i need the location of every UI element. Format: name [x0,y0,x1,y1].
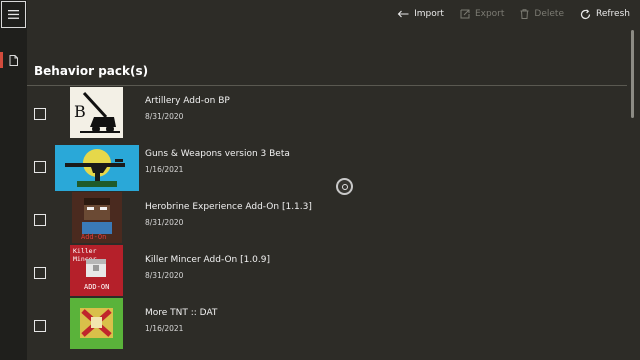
pack-row[interactable]: More TNT :: DAT 1/16/2021 [27,298,626,351]
document-icon [9,54,18,66]
pack-row[interactable]: Killer Mincer ADD-ON Killer Mincer Add-O… [27,245,626,298]
refresh-label: Refresh [596,9,630,19]
pack-date: 1/16/2021 [145,324,184,333]
pack-checkbox[interactable] [34,161,46,173]
hamburger-icon [8,10,19,19]
pack-date: 8/31/2020 [145,218,184,227]
pack-name: More TNT :: DAT [145,308,218,318]
controller-cursor-icon [336,178,353,195]
pack-list: B Artillery Add-on BP 8/31/2020 Guns & W… [27,86,626,351]
refresh-icon [580,8,591,19]
command-bar: Import Export Delete Refresh [397,0,640,28]
pack-name: Killer Mincer Add-On [1.0.9] [145,255,271,265]
section-title: Behavior pack(s) [34,64,149,78]
nav-item-packs[interactable] [0,50,27,70]
pack-row[interactable]: B Artillery Add-on BP 8/31/2020 [27,86,626,139]
arrow-left-icon [397,10,409,18]
killer-mincer-pack-icon: Killer Mincer ADD-ON [70,245,123,296]
pack-checkbox[interactable] [34,267,46,279]
cursor-center-icon [341,183,348,190]
export-button[interactable]: Export [460,9,504,19]
navigation-rail [0,0,27,360]
pack-checkbox[interactable] [34,108,46,120]
import-label: Import [414,9,444,19]
herobrine-pack-icon: Add-On [72,192,122,243]
import-button[interactable]: Import [397,9,444,19]
trash-icon [520,9,529,19]
pack-row[interactable]: Add-On Herobrine Experience Add-On [1.1.… [27,192,626,245]
pack-name: Herobrine Experience Add-On [1.1.3] [145,202,312,212]
scrollbar[interactable] [631,30,634,118]
pack-date: 1/16/2021 [145,165,184,174]
pack-date: 8/31/2020 [145,271,184,280]
delete-button[interactable]: Delete [520,9,564,19]
herobrine-thumb-label: Add-On [81,233,107,241]
guns-weapons-pack-icon [55,145,139,191]
export-label: Export [474,9,505,19]
pack-checkbox[interactable] [34,214,46,226]
refresh-button[interactable]: Refresh [580,8,630,20]
pack-name: Guns & Weapons version 3 Beta [145,149,290,159]
artillery-pack-icon: B [70,87,123,138]
pack-date: 8/31/2020 [145,112,184,121]
pack-checkbox[interactable] [34,320,46,332]
export-icon [460,9,470,19]
svg-text:B: B [74,102,86,121]
hamburger-menu-button[interactable] [1,1,26,28]
delete-label: Delete [534,9,564,19]
pack-name: Artillery Add-on BP [145,96,230,106]
pack-row[interactable]: Guns & Weapons version 3 Beta 1/16/2021 [27,139,626,192]
more-tnt-pack-icon [70,298,123,349]
killer-mincer-thumb-label: ADD-ON [84,283,110,291]
